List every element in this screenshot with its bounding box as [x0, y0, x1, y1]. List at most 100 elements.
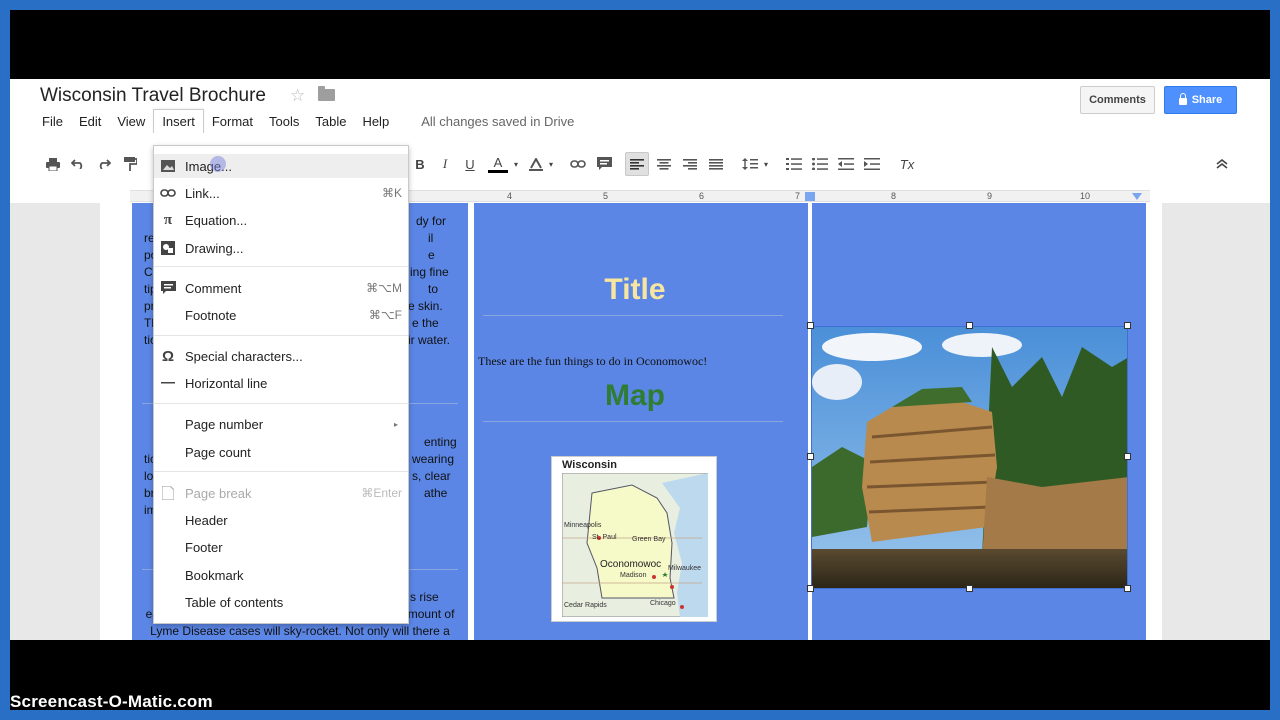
map-heading[interactable]: Map: [485, 379, 785, 413]
ruler-label: 4: [507, 191, 513, 201]
numbered-list-icon[interactable]: [783, 152, 805, 176]
menu-item-table-of-contents[interactable]: Table of contents: [154, 590, 408, 614]
map-city-label: Minneapolis: [564, 522, 602, 529]
bold-button[interactable]: B: [412, 152, 428, 176]
menu-item-link[interactable]: Link... ⌘K: [154, 181, 408, 205]
menu-item-label: Bookmark: [185, 567, 244, 583]
star-icon[interactable]: ☆: [290, 86, 305, 106]
text-color-button[interactable]: A: [487, 152, 509, 176]
tab-stop-icon[interactable]: [805, 192, 815, 201]
cursor-hand-icon: [210, 156, 226, 172]
align-left-button[interactable]: [625, 152, 649, 176]
resize-handle[interactable]: [1124, 322, 1131, 329]
menu-edit[interactable]: Edit: [71, 109, 109, 133]
map-graphic: [562, 473, 708, 617]
menu-item-label: Footer: [185, 539, 223, 555]
resize-handle[interactable]: [966, 322, 973, 329]
menu-item-bookmark[interactable]: Bookmark: [154, 563, 408, 587]
share-button[interactable]: Share: [1164, 86, 1237, 114]
menu-file[interactable]: File: [34, 109, 71, 133]
menu-item-label: Page number: [185, 416, 264, 432]
decrease-indent-icon[interactable]: [835, 152, 857, 176]
menu-item-shortcut: ⌘Enter: [361, 486, 402, 500]
comments-button[interactable]: Comments: [1080, 86, 1155, 114]
menu-item-footnote[interactable]: Footnote ⌘⌥F: [154, 303, 408, 327]
comment-icon[interactable]: [593, 152, 615, 176]
text-line: e the: [412, 316, 439, 330]
justify-button[interactable]: [705, 152, 727, 176]
resize-handle[interactable]: [807, 322, 814, 329]
chevron-right-icon: ▸: [393, 419, 398, 429]
right-indent-icon[interactable]: [1132, 193, 1142, 200]
bulleted-list-icon[interactable]: [809, 152, 831, 176]
chevron-down-icon[interactable]: ▾: [512, 152, 520, 176]
underline-button[interactable]: U: [462, 152, 478, 176]
chevron-down-icon[interactable]: ▾: [762, 152, 770, 176]
resize-handle[interactable]: [1124, 585, 1131, 592]
menu-item-image[interactable]: Image...: [154, 154, 408, 178]
chevron-down-icon[interactable]: ▾: [547, 152, 555, 176]
menu-item-label: Comment: [185, 280, 242, 296]
increase-indent-icon[interactable]: [861, 152, 883, 176]
menu-item-page-break: Page break ⌘Enter: [154, 481, 408, 505]
menu-item-special-characters[interactable]: Ω Special characters...: [154, 344, 408, 368]
insert-menu: Image... Link... ⌘K π Equation... Drawin…: [153, 145, 409, 624]
resize-handle[interactable]: [807, 585, 814, 592]
drawing-icon: [160, 240, 176, 256]
clear-formatting-button[interactable]: Tx: [896, 152, 918, 176]
paint-format-icon[interactable]: [120, 152, 140, 176]
align-center-button[interactable]: [653, 152, 675, 176]
map-city-label: Cedar Rapids: [564, 602, 607, 609]
document-title[interactable]: Wisconsin Travel Brochure: [40, 85, 266, 107]
redo-icon[interactable]: [94, 152, 114, 176]
menu-separator: [154, 266, 408, 267]
divider: [483, 421, 783, 422]
text-color-label: A: [493, 154, 503, 170]
folder-icon[interactable]: [318, 86, 335, 101]
selected-photo[interactable]: [811, 326, 1128, 589]
menu-table[interactable]: Table: [307, 109, 354, 133]
panel-left-paragraph-3-right: s rise: [410, 590, 439, 604]
menu-item-horizontal-line[interactable]: Horizontal line: [154, 371, 408, 395]
menu-help[interactable]: Help: [354, 109, 397, 133]
menubar: File Edit View Insert Format Tools Table…: [34, 109, 574, 133]
menu-item-label: Link...: [185, 185, 220, 201]
cliff-photo: [812, 327, 1127, 588]
resize-handle[interactable]: [966, 585, 973, 592]
menu-item-label: Drawing...: [185, 240, 244, 256]
menu-item-page-count[interactable]: Page count: [154, 440, 408, 464]
wisconsin-map-image[interactable]: Wisconsin Minneapolis St. Paul Green Bay…: [551, 456, 717, 622]
italic-button[interactable]: I: [437, 152, 453, 176]
undo-icon[interactable]: [68, 152, 88, 176]
menu-item-equation[interactable]: π Equation...: [154, 208, 408, 232]
menu-item-drawing[interactable]: Drawing...: [154, 236, 408, 260]
link-icon[interactable]: [567, 152, 589, 176]
menu-item-footer[interactable]: Footer: [154, 535, 408, 559]
map-city-label: Milwaukee: [668, 565, 702, 572]
resize-handle[interactable]: [1124, 453, 1131, 460]
menu-item-label: Page break: [185, 485, 252, 501]
ruler-label: 9: [987, 191, 993, 201]
text-line: e: [428, 248, 435, 262]
print-icon[interactable]: [43, 152, 63, 176]
collapse-toolbar-icon[interactable]: [1212, 152, 1232, 176]
menu-item-page-number[interactable]: Page number ▸: [154, 412, 408, 436]
map-city-label: Chicago: [650, 600, 676, 607]
panel-left-paragraph-1-right: dy for il e ing fine to e skin. e the ir…: [408, 213, 450, 349]
menu-insert[interactable]: Insert: [153, 109, 204, 133]
align-right-button[interactable]: [679, 152, 701, 176]
resize-handle[interactable]: [807, 453, 814, 460]
menu-format[interactable]: Format: [204, 109, 261, 133]
menu-tools[interactable]: Tools: [261, 109, 307, 133]
brochure-title[interactable]: Title: [485, 273, 785, 307]
menu-item-header[interactable]: Header: [154, 508, 408, 532]
fun-things-text[interactable]: These are the fun things to do in Oconom…: [478, 354, 707, 369]
map-city-label: Green Bay: [632, 536, 666, 543]
line-spacing-icon[interactable]: [739, 152, 761, 176]
highlight-color-icon[interactable]: [526, 152, 546, 176]
text-line: s, clear: [412, 469, 451, 483]
map-city-label: St. Paul: [592, 534, 617, 541]
menu-item-label: Special characters...: [185, 348, 303, 364]
menu-view[interactable]: View: [109, 109, 153, 133]
menu-item-comment[interactable]: Comment ⌘⌥M: [154, 276, 408, 300]
